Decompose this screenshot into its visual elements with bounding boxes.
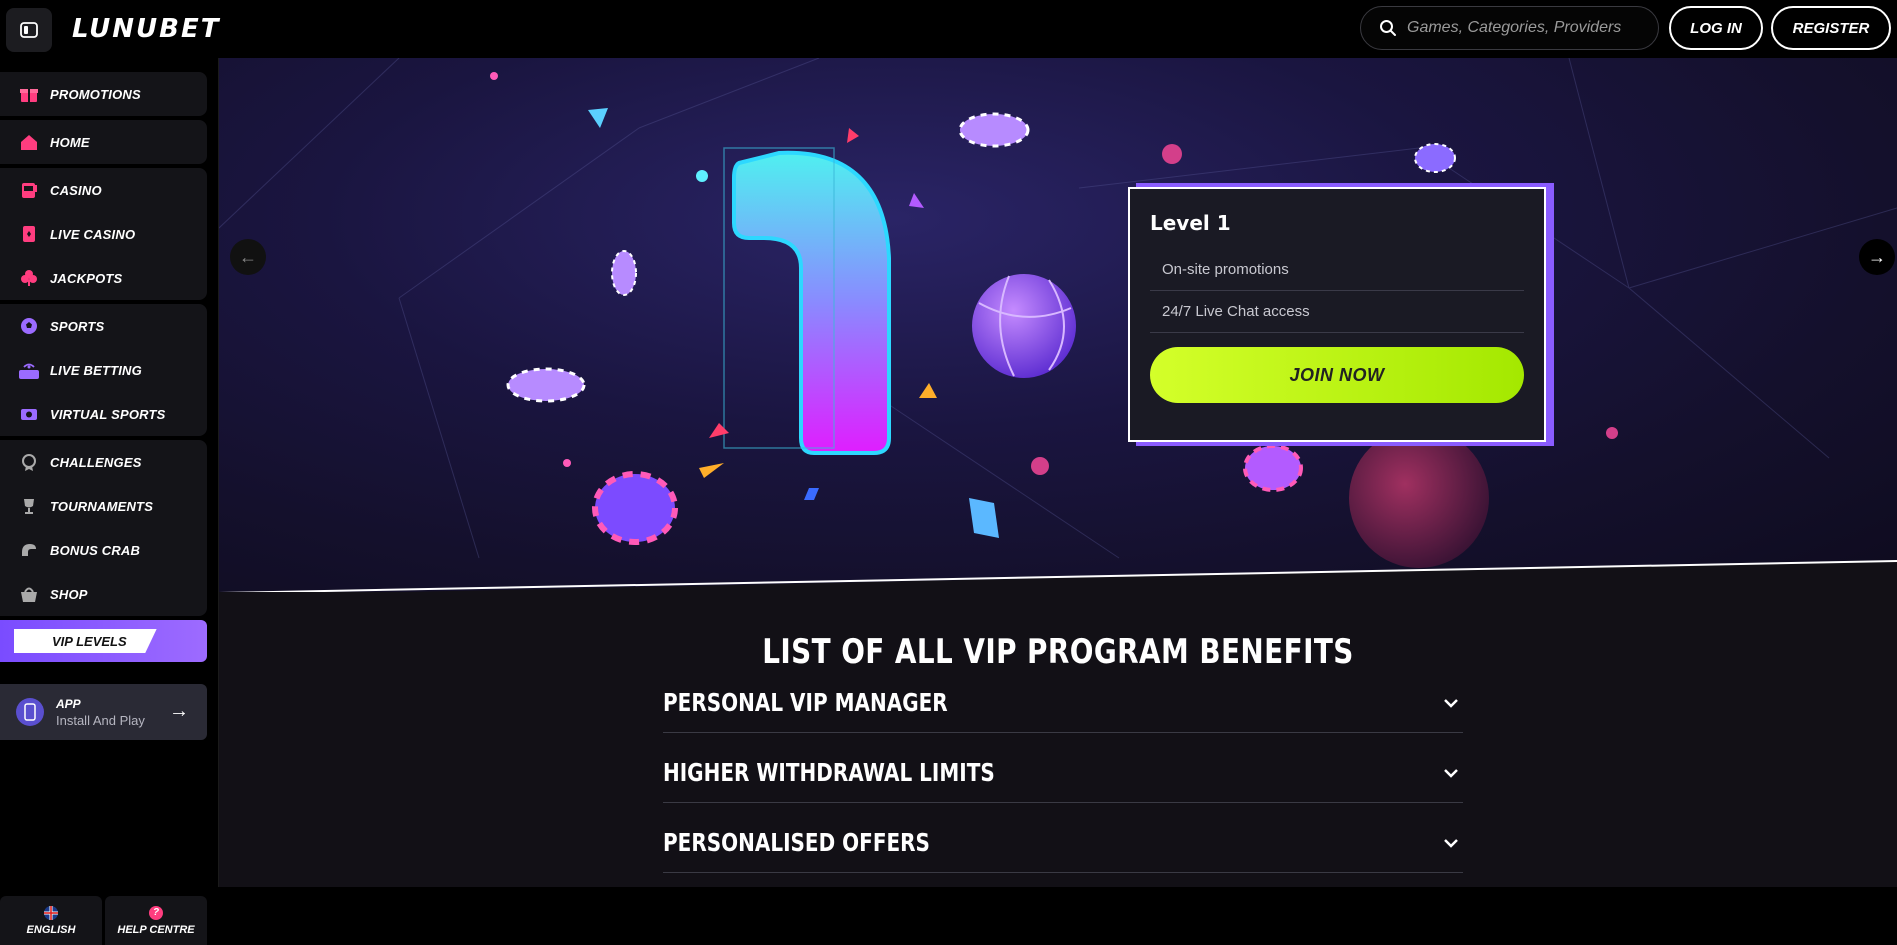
sidebar-group-promotions: PROMOTIONS [0, 72, 207, 116]
trophy-icon [18, 495, 40, 517]
login-button[interactable]: LOG IN [1669, 6, 1763, 50]
sidebar-group-home: HOME [0, 120, 207, 164]
gift-icon [18, 83, 40, 105]
arrow-left-icon: ← [239, 246, 257, 267]
hero-illustration [219, 58, 1897, 568]
uk-flag-icon [44, 905, 58, 920]
sidebar-group-extras: CHALLENGES TOURNAMENTS BONUS CRAB SHOP [0, 440, 207, 616]
carousel-next-button[interactable]: → [1859, 239, 1895, 275]
carousel-prev-button[interactable]: ← [230, 239, 266, 275]
benefit-row-vip-manager[interactable]: PERSONAL VIP MANAGER [663, 673, 1463, 733]
hero-divider [219, 560, 1897, 596]
sidebar-item-label: JACKPOTS [50, 270, 123, 286]
site-logo[interactable]: LUNUBET [72, 14, 220, 44]
sidebar-item-live-casino[interactable]: LIVE CASINO [0, 212, 207, 256]
sidebar-item-home[interactable]: HOME [0, 120, 207, 164]
sidebar-item-promotions[interactable]: PROMOTIONS [0, 72, 207, 116]
level-card: Level 1 On-site promotions 24/7 Live Cha… [1128, 187, 1546, 442]
search-box[interactable] [1360, 6, 1659, 50]
sidebar-item-challenges[interactable]: CHALLENGES [0, 440, 207, 484]
sidebar-item-sports[interactable]: SPORTS [0, 304, 207, 348]
sidebar-item-label: SPORTS [50, 318, 105, 334]
sidebar-item-casino[interactable]: CASINO [0, 168, 207, 212]
sidebar-item-label: VIRTUAL SPORTS [50, 406, 166, 422]
gamepad-icon [18, 403, 40, 425]
sidebar-item-label: PROMOTIONS [50, 86, 141, 102]
vip-levels-label: VIP LEVELS [14, 629, 157, 653]
search-input[interactable] [1407, 19, 1657, 37]
soccer-ball-icon [18, 315, 40, 337]
basket-icon [18, 583, 40, 605]
slot-machine-icon [18, 179, 40, 201]
vip-levels-button[interactable]: VIP LEVELS [0, 620, 207, 662]
top-bar: LUNUBET LOG IN REGISTER [0, 0, 1897, 58]
sidebar-item-live-betting[interactable]: LIVE BETTING [0, 348, 207, 392]
help-label: HELP CENTRE [117, 923, 195, 936]
join-now-button[interactable]: JOIN NOW [1150, 347, 1524, 403]
language-selector[interactable]: ENGLISH [0, 896, 102, 945]
level-benefit-item: 24/7 Live Chat access [1150, 291, 1524, 333]
arrow-right-icon: → [1868, 246, 1886, 267]
register-button[interactable]: REGISTER [1771, 6, 1891, 50]
sidebar-item-label: TOURNAMENTS [50, 498, 154, 514]
sidebar-item-bonus-crab[interactable]: BONUS CRAB [0, 528, 207, 572]
level-benefit-item: On-site promotions [1150, 249, 1524, 291]
sidebar-item-jackpots[interactable]: JACKPOTS [0, 256, 207, 300]
benefits-section: LIST OF ALL VIP PROGRAM BENEFITS PERSONA… [219, 592, 1897, 887]
card-icon [18, 223, 40, 245]
sidebar-group-casino: CASINO LIVE CASINO JACKPOTS [0, 168, 207, 300]
app-title: APP [56, 696, 81, 711]
hero-banner: ← → [219, 58, 1897, 593]
chevron-down-icon [1443, 832, 1459, 853]
sidebar-item-label: LIVE CASINO [50, 226, 136, 242]
medal-icon [18, 451, 40, 473]
benefit-row-withdrawal-limits[interactable]: HIGHER WITHDRAWAL LIMITS [663, 743, 1463, 803]
sidebar-toggle-icon [20, 22, 38, 38]
sidebar-group-sports: SPORTS LIVE BETTING VIRTUAL SPORTS [0, 304, 207, 436]
claw-icon [18, 539, 40, 561]
language-label: ENGLISH [26, 923, 76, 936]
arrow-right-icon: → [169, 700, 189, 722]
home-icon [18, 131, 40, 153]
search-icon [1380, 20, 1396, 36]
sidebar-item-virtual-sports[interactable]: VIRTUAL SPORTS [0, 392, 207, 436]
sidebar-toggle-button[interactable] [6, 8, 52, 52]
sidebar: PROMOTIONS HOME CASINO LIVE CASINO JACKP… [0, 58, 219, 945]
sidebar-item-label: CASINO [50, 182, 102, 198]
sidebar-item-label: BONUS CRAB [50, 542, 141, 558]
live-icon [18, 359, 40, 381]
benefit-label: PERSONAL VIP MANAGER [663, 688, 948, 717]
chevron-down-icon [1443, 762, 1459, 783]
sidebar-item-tournaments[interactable]: TOURNAMENTS [0, 484, 207, 528]
benefit-row-personalised-offers[interactable]: PERSONALISED OFFERS [663, 813, 1463, 873]
benefit-label: PERSONALISED OFFERS [663, 828, 930, 857]
clover-icon [18, 267, 40, 289]
level-title: Level 1 [1150, 211, 1231, 235]
sidebar-item-label: CHALLENGES [50, 454, 142, 470]
sidebar-item-label: HOME [50, 134, 90, 150]
app-subtitle: Install And Play [56, 712, 145, 728]
help-centre-button[interactable]: ? HELP CENTRE [105, 896, 207, 945]
sidebar-item-shop[interactable]: SHOP [0, 572, 207, 616]
help-icon: ? [149, 905, 163, 920]
sidebar-item-label: SHOP [50, 586, 88, 602]
sidebar-item-label: LIVE BETTING [50, 362, 142, 378]
install-app-button[interactable]: APP Install And Play → [0, 684, 207, 740]
chevron-down-icon [1443, 692, 1459, 713]
benefit-label: HIGHER WITHDRAWAL LIMITS [663, 758, 995, 787]
benefits-title: LIST OF ALL VIP PROGRAM BENEFITS [762, 632, 1354, 672]
phone-icon [16, 698, 44, 726]
